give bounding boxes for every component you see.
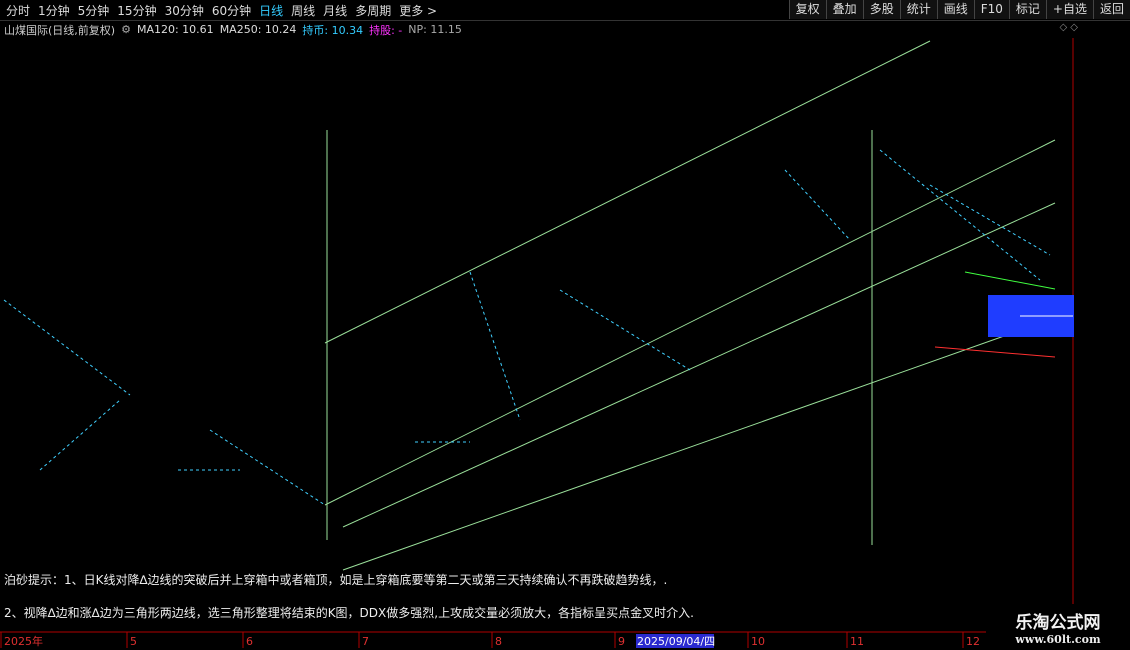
period-tab-3[interactable]: 15分钟 [117, 2, 156, 19]
settings-icon[interactable]: ⚙ [121, 23, 131, 36]
dashed-trend-edge [3, 299, 131, 396]
dashed-trend-edge [39, 399, 121, 471]
x-tick-label: 10 [751, 635, 765, 648]
x-tick-label: 9 [618, 635, 625, 648]
period-tab-9[interactable]: 多周期 [355, 2, 391, 19]
x-tick-label: 11 [850, 635, 864, 648]
ma120-value: MA120: 10.61 [136, 23, 214, 36]
x-tick-label: 12 [966, 635, 980, 648]
top-toolbar: 分时 1分钟 5分钟 15分钟 30分钟 60分钟 日线 周线 月线 多周期 更多 > 复权 叠加 多股… [0, 0, 1130, 21]
period-tab-4[interactable]: 30分钟 [165, 2, 204, 19]
dashed-trend-edge [559, 289, 691, 371]
triangle-upper-edge [964, 271, 1056, 290]
dashed-trend-edge [784, 169, 851, 241]
diamond-icon[interactable]: ◇ ◇ [1059, 22, 1078, 33]
toolbar-button-5[interactable]: F10 [973, 0, 1009, 19]
toolbar-button-2[interactable]: 多股 [862, 0, 900, 19]
period-tab-8[interactable]: 月线 [323, 2, 347, 19]
toolbar-button-4[interactable]: 画线 [936, 0, 974, 19]
hold-cash-value: 持币: 10.34 [302, 23, 364, 37]
period-tabs: 分时 1分钟 5分钟 15分钟 30分钟 60分钟 日线 周线 月线 多周期 更多 > [0, 0, 439, 20]
period-tab-6[interactable]: 日线 [259, 2, 283, 19]
dashed-trend-edge [209, 429, 326, 506]
trend-line [324, 139, 1056, 506]
x-tick-label: 5 [130, 635, 137, 648]
x-tick-label: 2025/09/04/四 [637, 635, 715, 648]
watermark-logo: 乐淘公式网 www.60lt.com [986, 604, 1130, 650]
x-tick-label: 7 [362, 635, 369, 648]
trend-line [342, 317, 1056, 571]
toolbar-button-8[interactable]: 返回 [1092, 0, 1130, 19]
hold-stock-value: 持股: - [369, 23, 403, 37]
toolbar-button-3[interactable]: 统计 [899, 0, 937, 19]
x-tick-label: 2025年 [4, 634, 43, 648]
period-tab-5[interactable]: 60分钟 [212, 2, 251, 19]
period-tab-0[interactable]: 分时 [6, 2, 30, 19]
hint-line-2: 2、视降∆边和涨∆边为三角形两边线，选三角形整理将结束的K图，DDX做多强烈,上… [4, 606, 694, 620]
trend-line [342, 202, 1056, 528]
period-tab-1[interactable]: 1分钟 [38, 2, 70, 19]
toolbar-button-0[interactable]: 复权 [788, 0, 826, 19]
toolbar-button-1[interactable]: 叠加 [825, 0, 863, 19]
dashed-trend-edge [469, 271, 521, 421]
candlestick-chart[interactable]: 12.5012.2512.0011.7511.5011.2511.0010.75… [0, 38, 1130, 650]
hint-line-1: 泊砂提示：1、日K线对降∆边线的突破后并上穿箱中或者箱顶，如是上穿箱底要等第二天… [4, 573, 668, 587]
x-tick-label: 6 [246, 635, 253, 648]
period-tab-2[interactable]: 5分钟 [78, 2, 110, 19]
triangle-lower-edge [934, 346, 1056, 358]
dashed-trend-edge [929, 184, 1051, 256]
toolbar-button-7[interactable]: +自选 [1045, 0, 1093, 19]
stock-title[interactable]: 山煤国际(日线,前复权) [4, 22, 115, 38]
x-tick-label: 8 [495, 635, 502, 648]
period-tab-7[interactable]: 周线 [291, 2, 315, 19]
np-value: NP: 11.15 [408, 23, 462, 36]
watermark-url: www.60lt.com [1015, 633, 1101, 646]
toolbar-button-6[interactable]: 标记 [1008, 0, 1046, 19]
ma250-value: MA250: 10.24 [219, 23, 297, 36]
period-tab-10[interactable]: 更多 > [399, 2, 437, 19]
trend-line [324, 40, 931, 344]
toolbar-buttons: 复权 叠加 多股 统计 画线 F10 标记 +自选 返回 [788, 0, 1130, 20]
indicator-info-bar: 山煤国际(日线,前复权) ⚙ MA120: 10.61 MA250: 10.24… [0, 21, 1130, 38]
watermark-title: 乐淘公式网 [1015, 613, 1101, 633]
